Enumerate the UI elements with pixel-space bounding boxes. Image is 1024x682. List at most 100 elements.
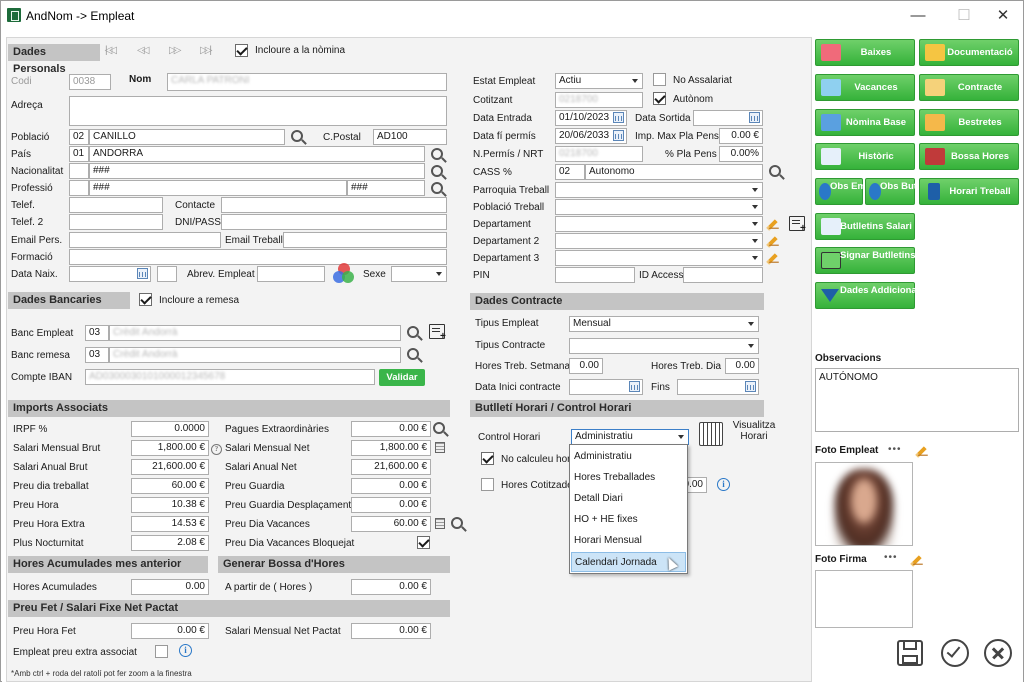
banc-empleat-search-icon[interactable]: [407, 326, 419, 338]
import-right-field-2[interactable]: 21,600.00 €: [351, 459, 431, 475]
npermis-field[interactable]: 0218700: [555, 146, 643, 162]
data-permis-calendar-icon[interactable]: [613, 130, 624, 141]
hores-cot-info-icon[interactable]: i: [717, 478, 730, 491]
cpostal-field[interactable]: AD100: [373, 129, 447, 145]
foto-empleat-edit-icon[interactable]: [915, 446, 927, 458]
data-naix-extra-field[interactable]: [157, 266, 177, 282]
telef-field[interactable]: [69, 197, 163, 213]
data-inici-calendar-icon[interactable]: [629, 381, 640, 392]
bestretes-button[interactable]: Bestretes: [919, 109, 1019, 136]
import-right-field-3[interactable]: 0.00 €: [351, 478, 431, 494]
data-entrada-calendar-icon[interactable]: [613, 112, 624, 123]
import-right-field-0[interactable]: 0.00 €: [351, 421, 431, 437]
foto-firma-edit-icon[interactable]: [910, 555, 922, 567]
hores-setmana-field[interactable]: 0.00: [569, 358, 603, 374]
import-left-field-6[interactable]: 2.08 €: [131, 535, 209, 551]
professio-search-icon[interactable]: [431, 182, 443, 194]
banc-remesa-field[interactable]: Crèdit Andorrà: [109, 347, 401, 363]
import-left-field-1[interactable]: 1,800.00 €: [131, 440, 209, 456]
signature-photo[interactable]: [815, 570, 913, 628]
adreca-field[interactable]: [69, 96, 447, 126]
data-sortida-calendar-icon[interactable]: [749, 112, 760, 123]
banc-empleat-field[interactable]: Crèdit Andorrà: [109, 325, 401, 341]
dades-addicionals-button[interactable]: Dades Addicionals: [815, 282, 925, 309]
import-left-field-3[interactable]: 60.00 €: [131, 478, 209, 494]
vacances-calculator-icon[interactable]: [435, 518, 445, 529]
foto-firma-more-button[interactable]: •••: [884, 552, 898, 563]
dropdown-option[interactable]: Hores Treballades: [571, 468, 686, 488]
cass-code[interactable]: 02: [555, 164, 585, 180]
include-payroll-checkbox[interactable]: [235, 44, 248, 57]
documentacio-button[interactable]: Documentació: [919, 39, 1019, 66]
preu-hora-fet-field[interactable]: 0.00 €: [131, 623, 209, 639]
import-right-field-4[interactable]: 0.00 €: [351, 497, 431, 513]
departament3-select[interactable]: [555, 250, 763, 266]
departament-edit-icon[interactable]: [766, 219, 778, 231]
hores-cot-checkbox[interactable]: [481, 478, 494, 491]
hores-dia-field[interactable]: 0.00: [725, 358, 759, 374]
cass-field[interactable]: Autonomo: [585, 164, 763, 180]
pais-search-icon[interactable]: [431, 148, 443, 160]
pais-code[interactable]: 01: [69, 146, 89, 162]
import-left-field-0[interactable]: 0.0000: [131, 421, 209, 437]
cotitzant-field[interactable]: 0218700: [555, 92, 643, 108]
departament2-edit-icon[interactable]: [766, 236, 778, 248]
autonom-checkbox[interactable]: [653, 92, 666, 105]
professio-field-2[interactable]: ###: [347, 180, 425, 196]
email-pers-field[interactable]: [69, 232, 221, 248]
tipus-empleat-select[interactable]: Mensual: [569, 316, 759, 332]
nacionalitat-code[interactable]: [69, 163, 89, 179]
poblacio-treball-select[interactable]: [555, 199, 763, 215]
pla-pens-field[interactable]: 0.00%: [719, 146, 763, 162]
formacio-field[interactable]: [69, 249, 447, 265]
departament3-edit-icon[interactable]: [766, 253, 778, 265]
info-small-icon[interactable]: ?: [211, 444, 222, 455]
extra-associat-checkbox[interactable]: [155, 645, 168, 658]
data-naix-calendar-icon[interactable]: [137, 268, 148, 279]
email-treball-field[interactable]: [283, 232, 447, 248]
fins-calendar-icon[interactable]: [745, 381, 756, 392]
sexe-select[interactable]: [391, 266, 447, 282]
estat-select[interactable]: Actiu: [555, 73, 643, 89]
nom-field[interactable]: CARLA PATRONI: [167, 73, 447, 91]
butlletins-salari-button[interactable]: Butlletins Salari: [815, 213, 915, 240]
nomina-base-button[interactable]: Nòmina Base: [815, 109, 915, 136]
historic-button[interactable]: Històric: [815, 143, 915, 170]
iban-field[interactable]: AD0300030101000012345678: [85, 369, 375, 385]
parroquia-select[interactable]: [555, 182, 763, 198]
baixes-button[interactable]: Baixes: [815, 39, 915, 66]
pais-field[interactable]: ANDORRA: [89, 146, 425, 162]
cancel-icon[interactable]: [983, 638, 1013, 668]
poblacio-code[interactable]: 02: [69, 129, 89, 145]
visualitza-horari-label[interactable]: Visualitza Horari: [729, 420, 779, 442]
contracte-button[interactable]: Contracte: [919, 74, 1019, 101]
signar-butlletins-button[interactable]: Signar Butlletins: [815, 247, 915, 274]
visualitza-horari-icon[interactable]: [699, 422, 723, 446]
accept-icon[interactable]: [940, 638, 970, 668]
minimize-button[interactable]: —: [903, 5, 933, 27]
telef2-field[interactable]: [69, 214, 163, 230]
nacionalitat-search-icon[interactable]: [431, 165, 443, 177]
color-circles-icon[interactable]: [333, 263, 355, 285]
professio-code[interactable]: [69, 180, 89, 196]
poblacio-search-icon[interactable]: [291, 130, 303, 142]
calculator-icon[interactable]: [435, 442, 445, 453]
salari-pactat-field[interactable]: 0.00 €: [351, 623, 431, 639]
import-right-field-1[interactable]: 1,800.00 €: [351, 440, 431, 456]
banc-remesa-search-icon[interactable]: [407, 348, 419, 360]
dropdown-option[interactable]: HO + HE fixes: [571, 510, 686, 530]
import-left-field-4[interactable]: 10.38 €: [131, 497, 209, 513]
vac-bloq-checkbox[interactable]: [417, 536, 430, 549]
close-button[interactable]: ✕: [988, 5, 1018, 27]
id-access-field[interactable]: [683, 267, 763, 283]
departament-add-icon[interactable]: +: [789, 216, 806, 234]
import-left-field-2[interactable]: 21,600.00 €: [131, 459, 209, 475]
employee-photo[interactable]: [815, 462, 913, 546]
control-horari-dropdown[interactable]: Administratiu Hores Treballades Detall D…: [569, 444, 688, 574]
pin-field[interactable]: [555, 267, 635, 283]
pagues-search-icon[interactable]: [433, 422, 445, 434]
abrev-field[interactable]: [257, 266, 325, 282]
add-list-icon[interactable]: +: [429, 324, 446, 342]
departament-select[interactable]: [555, 216, 763, 232]
poblacio-field[interactable]: CANILLO: [89, 129, 285, 145]
